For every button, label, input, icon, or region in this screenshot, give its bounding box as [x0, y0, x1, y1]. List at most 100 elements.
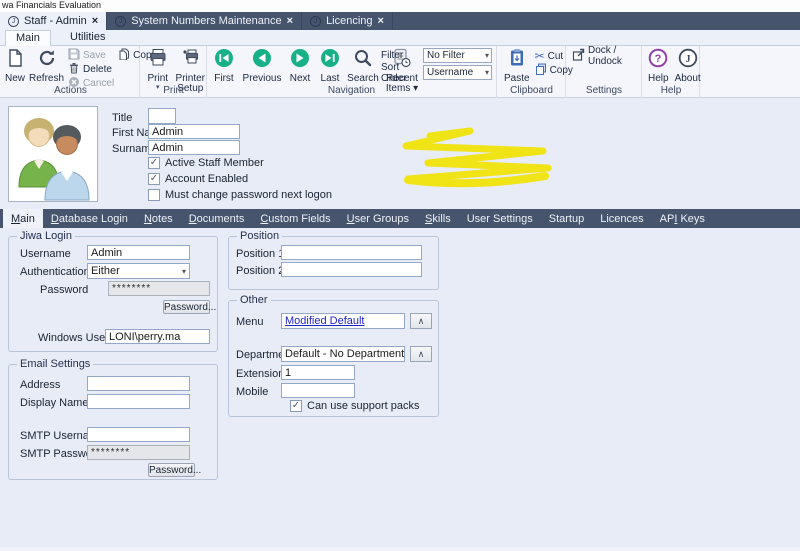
- clipboard-group-label: Clipboard: [498, 85, 565, 96]
- tab-skills[interactable]: Skills: [417, 209, 459, 228]
- account-enabled-checkbox[interactable]: ✓ Account Enabled: [148, 173, 248, 185]
- filter-combobox[interactable]: No Filter ▾: [423, 48, 492, 63]
- chevron-down-icon: ▾: [485, 68, 489, 77]
- display-name-field[interactable]: [87, 394, 190, 409]
- authentication-mode-value: Either: [91, 265, 120, 277]
- new-button[interactable]: New: [5, 47, 25, 84]
- tab-notes[interactable]: Notes: [136, 209, 181, 228]
- ribbon-group-navigation: First Previous Next Last Search: [207, 46, 497, 98]
- mobile-field[interactable]: [281, 383, 355, 398]
- paste-button[interactable]: Paste: [504, 47, 530, 84]
- about-button-label: About: [675, 74, 701, 84]
- doc-tab-staff-admin[interactable]: J Staff - Admin ×: [0, 12, 107, 30]
- filter-sort-block: Filter No Filter ▾ Sort Order Username ▾: [381, 48, 492, 82]
- last-record-icon: [320, 48, 340, 73]
- username-field[interactable]: Admin: [87, 245, 190, 260]
- department-field[interactable]: Default - No Department: [281, 346, 405, 362]
- last-button[interactable]: Last: [318, 47, 342, 84]
- windows-username-field[interactable]: LONI\perry.ma: [105, 329, 210, 344]
- staff-photo[interactable]: [8, 106, 98, 202]
- surname-field[interactable]: Admin: [148, 140, 240, 155]
- position2-field[interactable]: [281, 262, 422, 277]
- help-button-label: Help: [648, 74, 669, 84]
- jiwa-login-group-label: Jiwa Login: [17, 230, 75, 242]
- chevron-down-icon: ▾: [182, 267, 186, 276]
- authentication-mode-combobox[interactable]: Either ▾: [87, 263, 190, 279]
- about-button[interactable]: J About: [675, 47, 701, 84]
- sort-order-combobox[interactable]: Username ▾: [423, 65, 492, 80]
- refresh-icon: [37, 48, 57, 73]
- window-titlebar: wa Financials Evaluation: [0, 0, 800, 12]
- previous-button[interactable]: Previous: [242, 47, 282, 84]
- can-use-support-packs-checkbox[interactable]: ✓ Can use support packs: [290, 400, 420, 412]
- dock-undock-button[interactable]: Dock / Undock: [572, 50, 641, 62]
- save-button[interactable]: Save: [68, 49, 114, 61]
- search-icon: [353, 48, 373, 73]
- doc-tab-label: Licencing: [326, 15, 372, 27]
- chevron-up-icon: ∧: [418, 316, 425, 326]
- tab-database-login[interactable]: Database Login: [43, 209, 136, 228]
- delete-button-label: Delete: [83, 64, 112, 75]
- first-button[interactable]: First: [211, 47, 237, 84]
- next-button-label: Next: [290, 74, 311, 84]
- close-tab-icon[interactable]: ×: [378, 15, 384, 27]
- smtp-username-field[interactable]: [87, 427, 190, 442]
- save-icon: [68, 48, 80, 63]
- doc-tab-system-numbers[interactable]: J System Numbers Maintenance ×: [107, 12, 302, 30]
- active-staff-member-checkbox[interactable]: ✓ Active Staff Member: [148, 157, 264, 169]
- close-tab-icon[interactable]: ×: [92, 15, 98, 27]
- tab-api-keys[interactable]: API Keys: [652, 209, 713, 228]
- position1-label: Position 1: [236, 248, 284, 260]
- checkbox-checked-icon: ✓: [148, 157, 160, 169]
- help-button[interactable]: ? Help: [648, 47, 669, 84]
- actions-group-label: Actions: [2, 85, 139, 96]
- print-group-label: Print: [141, 85, 206, 96]
- tab-main[interactable]: Main: [3, 209, 43, 228]
- first-name-field[interactable]: Admin: [148, 124, 240, 139]
- title-field[interactable]: [148, 108, 176, 124]
- address-field[interactable]: [87, 376, 190, 391]
- printer-setup-icon: [180, 48, 200, 73]
- ribbon-group-help: ? Help J About Help: [643, 46, 700, 98]
- filter-value: No Filter: [427, 50, 465, 61]
- position1-field[interactable]: [281, 245, 422, 260]
- new-button-label: New: [5, 74, 25, 84]
- trash-icon: [68, 62, 80, 77]
- search-button[interactable]: Search: [347, 47, 379, 84]
- extension-label: Extension: [236, 368, 284, 380]
- close-tab-icon[interactable]: ×: [287, 15, 293, 27]
- next-button[interactable]: Next: [287, 47, 313, 84]
- mobile-label: Mobile: [236, 386, 268, 398]
- paste-clipboard-icon: [507, 48, 527, 73]
- first-button-label: First: [214, 74, 233, 84]
- extension-field[interactable]: 1: [281, 365, 355, 380]
- ribbon-tab-main[interactable]: Main: [5, 30, 51, 46]
- must-change-password-label: Must change password next logon: [165, 189, 332, 201]
- document-tab-bar: J Staff - Admin × J System Numbers Maint…: [0, 12, 800, 30]
- tab-licences[interactable]: Licences: [592, 209, 651, 228]
- doc-tab-label: Staff - Admin: [24, 15, 87, 27]
- must-change-password-checkbox[interactable]: Must change password next logon: [148, 189, 332, 201]
- password-change-button[interactable]: Password...: [163, 300, 210, 314]
- ribbon-group-print: Print ▾ Printer Setup Print: [141, 46, 207, 98]
- checkbox-checked-icon: ✓: [148, 173, 160, 185]
- application-window: wa Financials Evaluation J Staff - Admin…: [0, 0, 800, 551]
- smtp-password-change-button[interactable]: Password...: [148, 463, 195, 477]
- department-expand-button[interactable]: ∧: [410, 346, 432, 362]
- menu-field[interactable]: Modified Default: [281, 313, 405, 329]
- cut-button-label: Cut: [548, 51, 564, 62]
- tab-custom-fields[interactable]: Custom Fields: [252, 209, 338, 228]
- menu-expand-button[interactable]: ∧: [410, 313, 432, 329]
- delete-button[interactable]: Delete: [68, 63, 114, 75]
- doc-tab-licencing[interactable]: J Licencing ×: [302, 12, 393, 30]
- menu-link[interactable]: Modified Default: [285, 315, 365, 327]
- settings-group-label: Settings: [567, 85, 641, 96]
- ribbon-tab-utilities[interactable]: Utilities: [60, 30, 115, 46]
- refresh-button[interactable]: Refresh: [29, 47, 64, 84]
- tab-user-settings[interactable]: User Settings: [459, 209, 541, 228]
- tab-documents[interactable]: Documents: [181, 209, 253, 228]
- tab-startup[interactable]: Startup: [541, 209, 592, 228]
- about-jiwa-icon: J: [678, 48, 698, 73]
- username-label: Username: [20, 248, 71, 260]
- tab-user-groups[interactable]: User Groups: [339, 209, 417, 228]
